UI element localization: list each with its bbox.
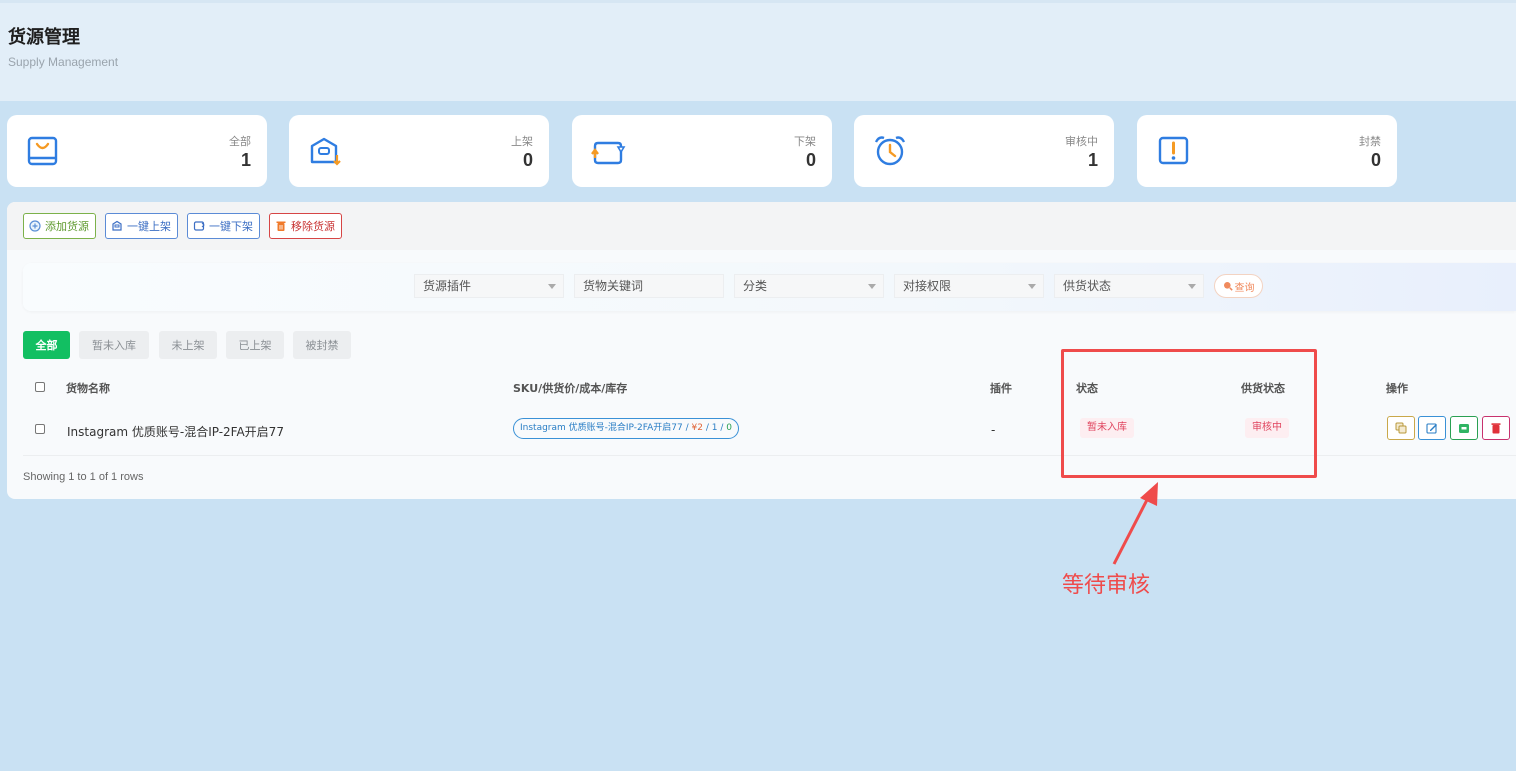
- page-subtitle: Supply Management: [8, 55, 119, 69]
- shelve-all-label: 一键上架: [127, 220, 171, 233]
- select-all-checkbox[interactable]: [35, 382, 45, 392]
- filter-bar: 货源插件 货物关键词 分类 对接权限 供货状态 查询: [23, 263, 1516, 311]
- stat-value: 0: [805, 150, 816, 170]
- stat-card-all[interactable]: 全部 1: [7, 115, 267, 187]
- plugin-select[interactable]: 货源插件: [414, 274, 564, 298]
- stat-label: 全部: [229, 135, 251, 148]
- box-down-icon: [591, 141, 626, 165]
- annotation-label: 等待审核: [1062, 573, 1151, 598]
- box-up-icon: [310, 137, 341, 166]
- stat-label: 封禁: [1359, 135, 1381, 148]
- category-select-label: 分类: [743, 279, 768, 293]
- tab-all[interactable]: 全部: [23, 331, 70, 359]
- permission-select-label: 对接权限: [903, 279, 952, 293]
- page-title: 货源管理: [8, 27, 80, 48]
- chevron-down-icon: [1028, 284, 1036, 289]
- column-header-sku[interactable]: SKU/供货价/成本/库存: [513, 380, 627, 396]
- keyword-input[interactable]: 货物关键词: [574, 274, 724, 298]
- column-header-plugin[interactable]: 插件: [990, 380, 1012, 396]
- toolbar: 添加货源 一键上架 一键下架 移除货源: [7, 202, 1516, 250]
- add-supply-label: 添加货源: [45, 220, 89, 233]
- category-select[interactable]: 分类: [734, 274, 884, 298]
- stat-label: 下架: [794, 135, 816, 148]
- annotation-arrow-icon: [1112, 482, 1158, 565]
- stat-value: 1: [1087, 150, 1098, 170]
- copy-icon: [1395, 422, 1407, 434]
- stock-icon: [1459, 424, 1469, 433]
- column-header-name[interactable]: 货物名称: [66, 380, 110, 396]
- tab-not-stocked[interactable]: 暂未入库: [79, 331, 149, 359]
- plugin-value: -: [991, 423, 996, 437]
- alarm-clock-icon: [874, 136, 906, 166]
- chevron-down-icon: [868, 284, 876, 289]
- delete-button[interactable]: [1482, 416, 1510, 440]
- stat-label: 上架: [511, 135, 533, 148]
- copy-button[interactable]: [1387, 416, 1415, 440]
- product-name: Instagram 优质账号-混合IP-2FA开启77: [67, 425, 284, 439]
- plugin-select-label: 货源插件: [423, 279, 472, 293]
- edit-button[interactable]: [1418, 416, 1446, 440]
- page-header: 货源管理 Supply Management: [0, 0, 1516, 101]
- stat-value: 0: [1370, 150, 1381, 170]
- chevron-down-icon: [548, 284, 556, 289]
- row-checkbox[interactable]: [35, 424, 45, 434]
- shelve-all-button[interactable]: 一键上架: [105, 213, 178, 239]
- column-header-actions: 操作: [1386, 382, 1408, 395]
- query-label: 查询: [1234, 282, 1255, 294]
- search-icon: [1223, 282, 1233, 291]
- sku-name: Instagram 优质账号-混合IP-2FA开启77: [520, 423, 683, 433]
- sku-stock: 0: [726, 423, 732, 433]
- supply-status-select[interactable]: 供货状态: [1054, 274, 1204, 298]
- warning-icon: [1158, 136, 1189, 165]
- pagination-info: Showing 1 to 1 of 1 rows: [23, 471, 144, 483]
- permission-select[interactable]: 对接权限: [894, 274, 1044, 298]
- highlight-box: [1061, 349, 1317, 478]
- stat-value: 1: [240, 150, 251, 170]
- tab-shelved[interactable]: 已上架: [226, 331, 284, 359]
- stat-card-on-shelf[interactable]: 上架 0: [289, 115, 549, 187]
- chevron-down-icon: [1188, 284, 1196, 289]
- tab-banned[interactable]: 被封禁: [293, 331, 351, 359]
- stat-value: 0: [522, 150, 533, 170]
- add-supply-button[interactable]: 添加货源: [23, 213, 96, 239]
- remove-supply-button[interactable]: 移除货源: [269, 213, 342, 239]
- bag-icon: [27, 136, 58, 166]
- box-up-icon: [112, 220, 122, 231]
- sku-tag[interactable]: Instagram 优质账号-混合IP-2FA开启77 / ¥2 / 1 / 0: [513, 418, 739, 439]
- stat-label: 审核中: [1065, 135, 1098, 148]
- sku-price: ¥2: [691, 423, 703, 433]
- stock-button[interactable]: [1450, 416, 1478, 440]
- keyword-input-placeholder: 货物关键词: [583, 279, 644, 293]
- tab-unshelved[interactable]: 未上架: [159, 331, 217, 359]
- box-down-icon: [193, 221, 205, 231]
- unshelve-all-label: 一键下架: [209, 220, 253, 233]
- stat-card-off-shelf[interactable]: 下架 0: [572, 115, 832, 187]
- sku-cost: 1: [711, 423, 718, 433]
- edit-icon: [1426, 423, 1437, 434]
- unshelve-all-button[interactable]: 一键下架: [187, 213, 260, 239]
- trash-icon: [1491, 423, 1501, 434]
- supply-status-select-label: 供货状态: [1063, 279, 1112, 293]
- stat-card-banned[interactable]: 封禁 0: [1137, 115, 1397, 187]
- remove-supply-label: 移除货源: [291, 220, 335, 233]
- stat-card-reviewing[interactable]: 审核中 1: [854, 115, 1114, 187]
- trash-icon: [276, 221, 286, 231]
- add-icon: [29, 220, 41, 232]
- query-button[interactable]: 查询: [1214, 274, 1263, 298]
